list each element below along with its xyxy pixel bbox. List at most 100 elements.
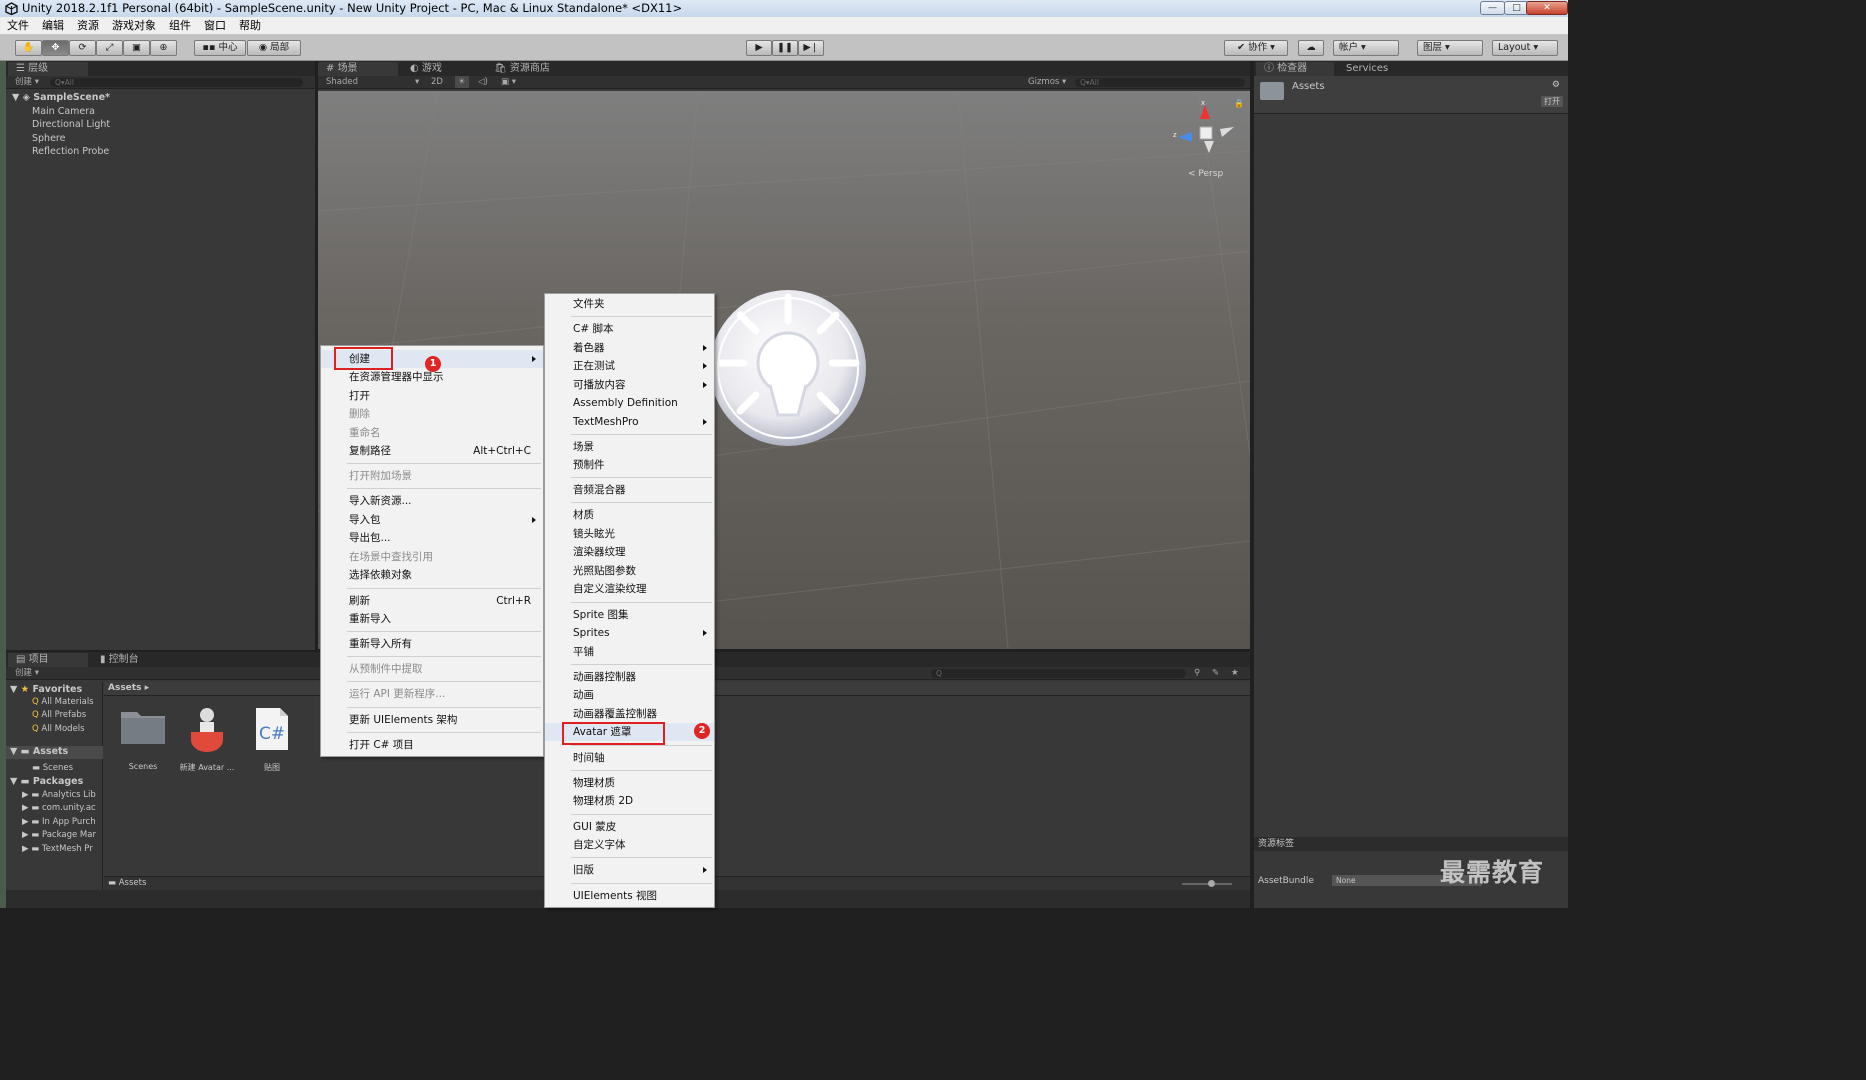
filter-type-icon[interactable]: ⚲	[1194, 667, 1200, 679]
package-item[interactable]: ▶ ▬ Package Mar	[22, 830, 96, 840]
menu-item-rename[interactable]: 重命名	[321, 424, 543, 442]
submenu-item-gui-skin[interactable]: GUI 蒙皮	[545, 818, 714, 836]
persp-label[interactable]: < Persp	[1188, 169, 1223, 179]
submenu-item-uielements-view[interactable]: UIElements 视图	[545, 887, 714, 905]
rotate-tool-icon[interactable]: ⟳	[69, 40, 96, 56]
tab-services[interactable]: Services	[1338, 62, 1408, 76]
assets-folder-selected[interactable]: ▼ ▬ Assets	[6, 746, 103, 759]
submenu-item-assembly-definition[interactable]: Assembly Definition	[545, 394, 714, 412]
hierarchy-create-button[interactable]: 创建 ▾	[15, 76, 39, 88]
slider-thumb[interactable]	[1208, 880, 1215, 887]
menu-item-find-references[interactable]: 在场景中查找引用	[321, 548, 543, 566]
audio-toggle-icon[interactable]: ◁)	[478, 76, 488, 88]
tab-scene[interactable]: # 场景	[318, 62, 398, 76]
submenu-item-prefab[interactable]: 预制件	[545, 456, 714, 474]
shading-mode-dropdown[interactable]: Shaded	[326, 76, 358, 88]
tab-console[interactable]: ▮ 控制台	[92, 653, 172, 667]
space-toggle[interactable]: ◉ 局部	[247, 40, 301, 56]
menu-item-import-package[interactable]: 导入包	[321, 511, 543, 529]
submenu-item-physic-material[interactable]: 物理材质	[545, 774, 714, 792]
submenu-item-tile[interactable]: 平铺	[545, 643, 714, 661]
gizmo-lock-icon[interactable]: 🔒	[1234, 99, 1244, 108]
menu-gameobject[interactable]: 游戏对象	[105, 17, 162, 35]
menu-help[interactable]: 帮助	[232, 17, 267, 35]
menu-item-export-package[interactable]: 导出包...	[321, 529, 543, 547]
move-tool-icon[interactable]: ✥	[42, 40, 69, 56]
submenu-item-textmeshpro[interactable]: TextMeshPro	[545, 413, 714, 431]
submenu-item-custom-font[interactable]: 自定义字体	[545, 836, 714, 854]
submenu-item-folder[interactable]: 文件夹	[545, 295, 714, 313]
project-search-input[interactable]: Q	[931, 669, 1186, 678]
filter-label-icon[interactable]: ✎	[1212, 667, 1219, 679]
packages-folder[interactable]: ▼ ▬ Packages	[10, 776, 83, 787]
submenu-item-sprite-atlas[interactable]: Sprite 图集	[545, 606, 714, 624]
layout-dropdown[interactable]: Layout ▾	[1492, 40, 1558, 56]
submenu-item-audio-mixer[interactable]: 音频混合器	[545, 481, 714, 499]
cloud-icon[interactable]: ☁	[1298, 40, 1324, 56]
favorite-star-icon[interactable]: ★	[1231, 667, 1239, 679]
menu-item-import-new-asset[interactable]: 导入新资源...	[321, 492, 543, 510]
gear-icon[interactable]: ⚙	[1552, 80, 1560, 90]
package-item[interactable]: ▶ ▬ In App Purch	[22, 817, 96, 827]
hierarchy-item-main-camera[interactable]: Main Camera	[32, 106, 95, 117]
submenu-item-legacy[interactable]: 旧版	[545, 861, 714, 879]
submenu-item-timeline[interactable]: 时间轴	[545, 749, 714, 767]
menu-window[interactable]: 窗口	[197, 17, 232, 35]
menu-edit[interactable]: 编辑	[35, 17, 70, 35]
package-item[interactable]: ▶ ▬ TextMesh Pr	[22, 844, 93, 854]
inspector-open-button[interactable]: 打开	[1541, 96, 1563, 107]
hierarchy-item-directional-light[interactable]: Directional Light	[32, 119, 110, 130]
asset-folder-scenes[interactable]: Scenes	[113, 706, 173, 772]
menu-item-open[interactable]: 打开	[321, 387, 543, 405]
mode-2d-toggle[interactable]: 2D	[431, 76, 443, 88]
tab-hierarchy[interactable]: ☰ 层级	[8, 62, 88, 76]
breadcrumb-assets[interactable]: Assets ▸	[108, 683, 149, 693]
favorite-all-prefabs[interactable]: Q All Prefabs	[32, 710, 86, 720]
submenu-item-playables[interactable]: 可播放内容	[545, 376, 714, 394]
menu-file[interactable]: 文件	[0, 17, 35, 35]
tab-project[interactable]: ▤ 项目	[8, 653, 88, 667]
hand-tool-icon[interactable]: ✋	[15, 40, 42, 56]
submenu-item-animation[interactable]: 动画	[545, 686, 714, 704]
project-create-button[interactable]: 创建 ▾	[15, 667, 39, 679]
submenu-item-render-texture[interactable]: 渲染器纹理	[545, 543, 714, 561]
submenu-item-lightmap-parameters[interactable]: 光照贴图参数	[545, 562, 714, 580]
submenu-item-animator-override-controller[interactable]: 动画器覆盖控制器	[545, 705, 714, 723]
menu-item-update-uielements-schema[interactable]: 更新 UIElements 架构	[321, 711, 543, 729]
package-item[interactable]: ▶ ▬ com.unity.ac	[22, 803, 96, 813]
submenu-item-custom-render-texture[interactable]: 自定义渲染纹理	[545, 580, 714, 598]
menu-item-open-additive-scene[interactable]: 打开附加场景	[321, 467, 543, 485]
hierarchy-item-reflection-probe[interactable]: Reflection Probe	[32, 146, 109, 157]
menu-item-delete[interactable]: 删除	[321, 405, 543, 423]
submenu-item-material[interactable]: 材质	[545, 506, 714, 524]
tab-asset-store[interactable]: 🛍 资源商店	[486, 62, 576, 76]
pause-button[interactable]: ❚❚	[772, 40, 798, 56]
submenu-item-lens-flare[interactable]: 镜头眩光	[545, 525, 714, 543]
asset-avatar-mask[interactable]: 新建 Avatar ...	[177, 706, 237, 772]
effects-toggle-icon[interactable]: ▣ ▾	[501, 76, 516, 88]
gizmos-dropdown[interactable]: Gizmos ▾	[1028, 76, 1066, 88]
sphere-light-icon[interactable]	[710, 285, 870, 455]
submenu-item-scene[interactable]: 场景	[545, 438, 714, 456]
tab-inspector[interactable]: ⓘ 检查器	[1256, 62, 1334, 76]
step-button[interactable]: ▶❘	[798, 40, 824, 56]
close-window-button[interactable]: ✕	[1526, 1, 1568, 15]
layers-dropdown[interactable]: 图层 ▾	[1417, 40, 1483, 56]
menu-item-reimport-all[interactable]: 重新导入所有	[321, 635, 543, 653]
menu-item-extract-from-prefab[interactable]: 从预制件中提取	[321, 660, 543, 678]
asset-csharp-script[interactable]: C# 贴图	[242, 706, 302, 772]
favorite-all-models[interactable]: Q All Models	[32, 724, 85, 734]
pivot-toggle[interactable]: ▪▪ 中心	[194, 40, 246, 56]
menu-component[interactable]: 组件	[162, 17, 197, 35]
orientation-gizmo-icon[interactable]: x z	[1172, 97, 1242, 167]
submenu-item-animator-controller[interactable]: 动画器控制器	[545, 668, 714, 686]
play-button[interactable]: ▶	[746, 40, 772, 56]
minimize-button[interactable]: —	[1480, 1, 1505, 15]
submenu-item-shader[interactable]: 着色器	[545, 339, 714, 357]
favorites-folder[interactable]: ▼ ★ Favorites	[10, 684, 82, 695]
hierarchy-item-sphere[interactable]: Sphere	[32, 133, 65, 144]
menu-item-open-csharp-project[interactable]: 打开 C# 项目	[321, 736, 543, 754]
menu-assets[interactable]: 资源	[70, 17, 105, 35]
submenu-item-csharp-script[interactable]: C# 脚本	[545, 320, 714, 338]
menu-item-run-api-updater[interactable]: 运行 API 更新程序...	[321, 685, 543, 703]
